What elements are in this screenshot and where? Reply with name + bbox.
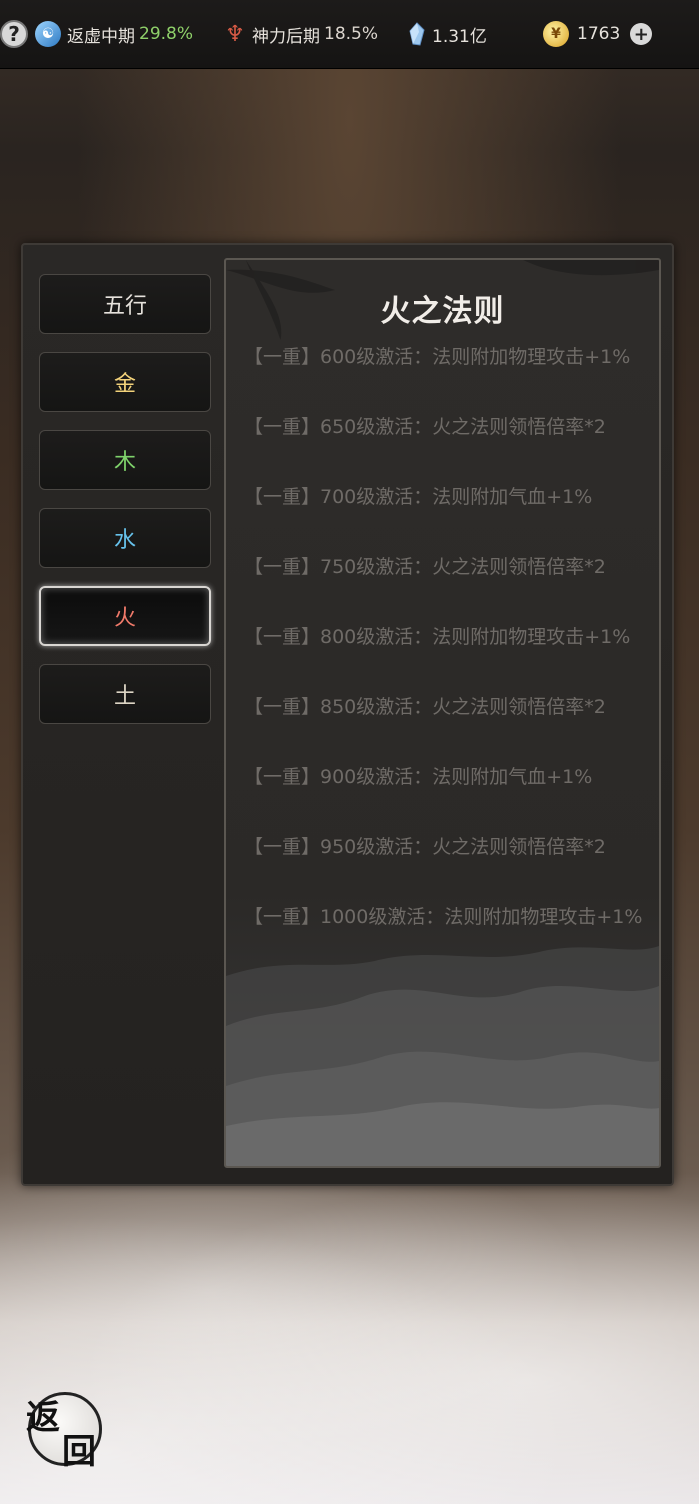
- help-icon[interactable]: ?: [0, 20, 28, 48]
- law-title: 火之法则: [380, 294, 505, 329]
- rule-item: 【一重】600级激活：法则附加物理攻击+1%: [244, 346, 631, 368]
- taiji-icon: ☯: [35, 21, 61, 47]
- tab-fire[interactable]: 火: [39, 586, 211, 646]
- rule-item: 【一重】750级激活：火之法则领悟倍率*2: [244, 556, 606, 578]
- tab-label: 五行: [102, 294, 147, 319]
- coin-icon: ¥: [543, 21, 569, 47]
- tab-water[interactable]: 水: [39, 508, 211, 568]
- divine-label: 神力后期: [252, 26, 320, 47]
- divine-power-icon: ♆: [225, 21, 245, 47]
- rule-item: 【一重】850级激活：火之法则领悟倍率*2: [244, 696, 606, 718]
- tab-wood[interactable]: 木: [39, 430, 211, 490]
- tab-label: 木: [113, 450, 136, 475]
- coin-amount: 1763: [577, 24, 621, 44]
- tab-label: 金: [113, 372, 136, 397]
- tab-wuxing[interactable]: 五行: [39, 274, 211, 334]
- back-button[interactable]: 返 回: [24, 1388, 106, 1472]
- cultivation-label: 返虚中期: [67, 26, 135, 47]
- tab-label: 水: [113, 528, 136, 553]
- cultivation-stat: ☯ 返虚中期 29.8%: [35, 21, 194, 47]
- law-detail-area[interactable]: 火之法则 【一重】600级激活：法则附加物理攻击+1% 【一重】650级激活：火…: [224, 258, 661, 1168]
- rule-item: 【一重】900级激活：法则附加气血+1%: [244, 766, 593, 788]
- tab-label: 土: [113, 684, 136, 709]
- divine-percent: 18.5%: [324, 24, 379, 44]
- crystal-icon: [408, 22, 426, 46]
- crystal-amount: 1.31亿: [432, 26, 487, 47]
- back-char-1: 返: [26, 1398, 60, 1438]
- crystal-stat: 1.31亿: [408, 22, 487, 47]
- cultivation-percent: 29.8%: [139, 24, 194, 44]
- add-coin-icon[interactable]: +: [630, 23, 653, 45]
- coin-stat: ¥ 1763 +: [543, 21, 653, 47]
- element-law-panel: 五行 金 木 水 火 土 火之法则 【一重】600级激活：法则附加物理攻击+1%…: [21, 243, 674, 1186]
- rule-item: 【一重】650级激活：火之法则领悟倍率*2: [244, 416, 606, 438]
- rule-item: 【一重】950级激活：火之法则领悟倍率*2: [244, 836, 606, 858]
- top-status-bar: ? ☯ 返虚中期 29.8% ♆ 神力后期 18.5% 1.31亿 ¥ 1763…: [0, 0, 699, 69]
- back-char-2: 回: [62, 1432, 96, 1472]
- tab-metal[interactable]: 金: [39, 352, 211, 412]
- rule-item: 【一重】700级激活：法则附加气血+1%: [244, 486, 593, 508]
- mountain-landscape-decoration: [226, 946, 659, 1166]
- tab-label: 火: [113, 606, 136, 631]
- tab-earth[interactable]: 土: [39, 664, 211, 724]
- rule-list: 【一重】600级激活：法则附加物理攻击+1% 【一重】650级激活：火之法则领悟…: [244, 340, 659, 970]
- rule-item: 【一重】800级激活：法则附加物理攻击+1%: [244, 626, 631, 648]
- divine-stat: ♆ 神力后期 18.5%: [224, 21, 379, 47]
